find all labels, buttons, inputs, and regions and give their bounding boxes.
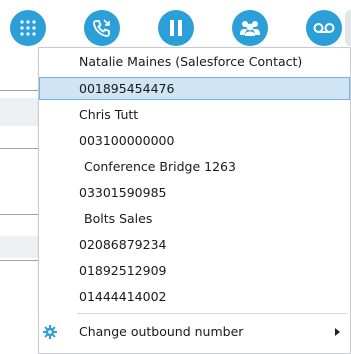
voicemail-button[interactable]	[306, 10, 342, 46]
menu-item[interactable]: Natalie Maines (Salesforce Contact)	[39, 50, 350, 73]
pause-icon	[170, 20, 182, 36]
menu-item[interactable]: Conference Bridge 1263	[39, 155, 350, 178]
divider	[0, 214, 38, 215]
menu-separator	[77, 313, 348, 314]
divider	[0, 260, 38, 261]
list-row-background	[0, 236, 38, 258]
call-toolbar	[0, 0, 351, 48]
call-icon	[93, 19, 110, 37]
dialpad-button[interactable]	[10, 10, 46, 46]
menu-item[interactable]: Bolts Sales	[39, 207, 350, 230]
submenu-arrow-icon	[335, 328, 340, 336]
voicemail-icon	[313, 23, 335, 33]
conference-icon	[240, 21, 260, 36]
outbound-number-menu: Natalie Maines (Salesforce Contact) 0018…	[38, 47, 351, 354]
divider	[0, 90, 38, 91]
menu-item[interactable]: 01892512909	[39, 259, 350, 282]
menu-item[interactable]: 003100000000	[39, 129, 350, 152]
list-row-background	[0, 98, 38, 126]
gear-icon	[43, 325, 57, 339]
divider	[0, 148, 38, 149]
call-button[interactable]	[84, 10, 120, 46]
conference-button[interactable]	[232, 10, 268, 46]
hold-button[interactable]	[158, 10, 194, 46]
menu-item-selected[interactable]: 001895454476	[39, 77, 350, 100]
menu-item[interactable]: 01444414002	[39, 285, 350, 308]
menu-item[interactable]: 03301590985	[39, 181, 350, 204]
menu-item[interactable]: Chris Tutt	[39, 103, 350, 126]
overflow-button[interactable]	[345, 10, 351, 46]
change-outbound-number-item[interactable]: Change outbound number	[39, 319, 350, 345]
dialpad-icon	[20, 20, 36, 36]
change-outbound-number-label: Change outbound number	[79, 324, 244, 339]
menu-item[interactable]: 02086879234	[39, 233, 350, 256]
